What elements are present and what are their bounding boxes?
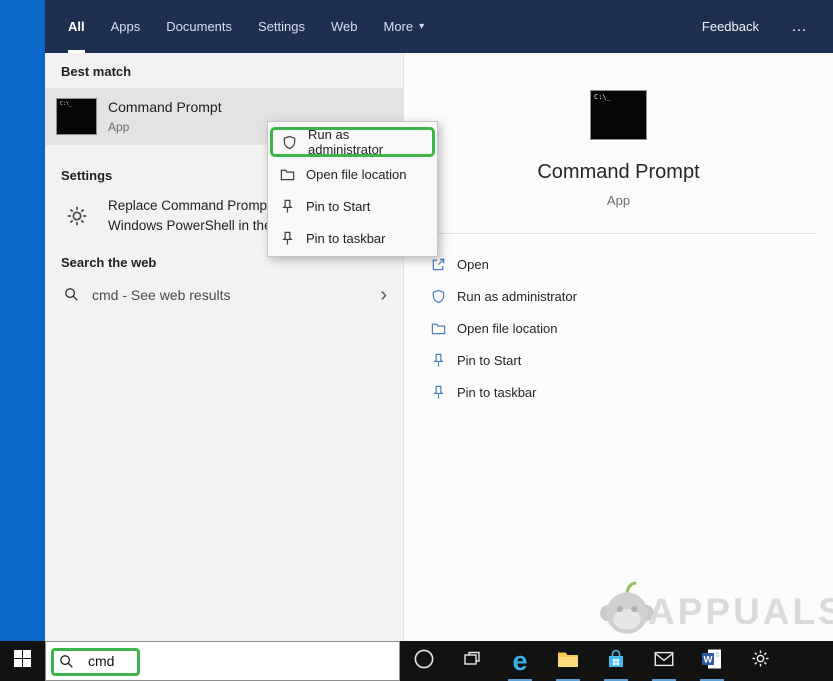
file-explorer-icon bbox=[556, 647, 580, 676]
action-pin-to-start[interactable]: Pin to Start bbox=[431, 344, 833, 376]
taskbar-search-box[interactable] bbox=[45, 641, 400, 681]
pin-icon bbox=[280, 199, 295, 214]
tab-all[interactable]: All bbox=[55, 0, 98, 53]
pin-icon bbox=[431, 353, 446, 368]
search-icon bbox=[64, 287, 79, 302]
tab-web[interactable]: Web bbox=[318, 0, 371, 53]
task-view-button[interactable] bbox=[448, 641, 496, 681]
edge-button[interactable]: e bbox=[496, 641, 544, 681]
nav-right: Feedback … bbox=[702, 0, 833, 53]
word-icon: W bbox=[700, 647, 724, 676]
run-as-admin-icon bbox=[282, 135, 297, 150]
search-filter-bar: All Apps Documents Settings Web More ▾ F… bbox=[45, 0, 833, 53]
start-search-panel: All Apps Documents Settings Web More ▾ F… bbox=[45, 0, 833, 641]
desktop-background bbox=[0, 0, 45, 641]
taskbar-icons: e W bbox=[400, 641, 784, 681]
tab-documents[interactable]: Documents bbox=[153, 0, 245, 53]
caret-down-icon: ▾ bbox=[419, 21, 424, 32]
action-open[interactable]: Open bbox=[431, 248, 833, 280]
chevron-right-icon: › bbox=[380, 285, 387, 305]
best-match-header: Best match bbox=[61, 62, 403, 80]
overflow-menu-icon[interactable]: … bbox=[791, 18, 809, 36]
taskbar: e W bbox=[0, 641, 833, 681]
windows-logo-icon bbox=[14, 650, 31, 672]
svg-text:W: W bbox=[704, 654, 713, 665]
feedback-button[interactable]: Feedback bbox=[702, 19, 759, 34]
pin-icon bbox=[431, 385, 446, 400]
cortana-icon bbox=[413, 648, 435, 675]
menu-pin-to-taskbar[interactable]: Pin to taskbar bbox=[268, 222, 437, 254]
search-icon bbox=[59, 654, 74, 669]
pin-icon bbox=[280, 231, 295, 246]
start-button[interactable] bbox=[0, 641, 45, 681]
tab-settings[interactable]: Settings bbox=[245, 0, 318, 53]
cortana-button[interactable] bbox=[400, 641, 448, 681]
filter-tabs: All Apps Documents Settings Web More ▾ bbox=[55, 0, 437, 53]
tab-more[interactable]: More ▾ bbox=[371, 0, 438, 53]
result-title: Command Prompt bbox=[108, 99, 222, 115]
setting-line-2: Windows PowerShell in the bbox=[108, 216, 272, 236]
action-open-file-location[interactable]: Open file location bbox=[431, 312, 833, 344]
preview-actions: Open Run as administrator Open file loca… bbox=[404, 234, 833, 408]
preview-pane: C:\_ Command Prompt App Open bbox=[403, 53, 833, 641]
tab-apps[interactable]: Apps bbox=[98, 0, 154, 53]
result-web-search[interactable]: cmd - See web results › bbox=[45, 278, 403, 311]
settings-gear-icon bbox=[750, 648, 771, 674]
menu-run-as-administrator[interactable]: Run as administrator bbox=[270, 127, 435, 157]
preview-title: Command Prompt bbox=[537, 161, 699, 184]
panel-body: Best match C:\_ Command Prompt App Setti… bbox=[45, 53, 833, 641]
task-view-icon bbox=[462, 649, 482, 674]
web-result-text: cmd - See web results bbox=[92, 287, 231, 303]
menu-pin-to-start[interactable]: Pin to Start bbox=[268, 190, 437, 222]
store-button[interactable] bbox=[592, 641, 640, 681]
command-prompt-icon-large: C:\_ bbox=[590, 90, 647, 140]
preview-subtitle: App bbox=[607, 193, 630, 208]
action-run-as-administrator[interactable]: Run as administrator bbox=[431, 280, 833, 312]
edge-icon: e bbox=[512, 648, 527, 675]
file-explorer-button[interactable] bbox=[544, 641, 592, 681]
result-subtitle: App bbox=[108, 120, 222, 134]
mail-button[interactable] bbox=[640, 641, 688, 681]
word-button[interactable]: W bbox=[688, 641, 736, 681]
mail-icon bbox=[653, 648, 675, 675]
run-as-admin-icon bbox=[431, 289, 446, 304]
settings-button[interactable] bbox=[736, 641, 784, 681]
command-prompt-icon: C:\_ bbox=[56, 98, 97, 135]
folder-icon bbox=[431, 321, 446, 336]
context-menu: Run as administrator Open file location … bbox=[267, 121, 438, 257]
store-icon bbox=[605, 648, 627, 675]
search-input[interactable] bbox=[86, 652, 270, 670]
action-pin-to-taskbar[interactable]: Pin to taskbar bbox=[431, 376, 833, 408]
menu-open-file-location[interactable]: Open file location bbox=[268, 158, 437, 190]
gear-icon bbox=[56, 203, 97, 229]
open-icon bbox=[431, 257, 446, 272]
setting-line-1: Replace Command Prompt bbox=[108, 196, 272, 216]
folder-icon bbox=[280, 167, 295, 182]
